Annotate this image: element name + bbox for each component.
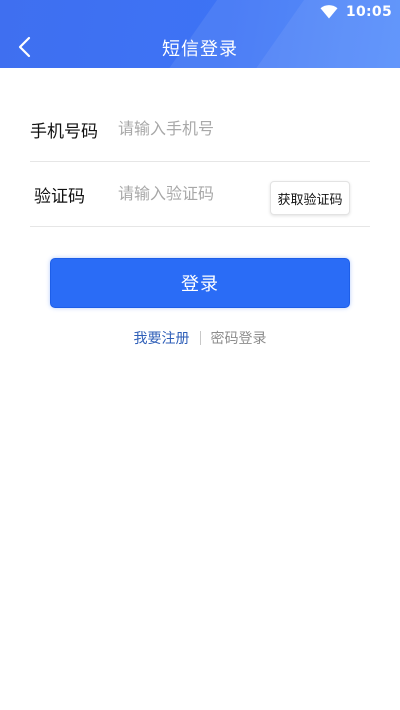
code-label: 验证码: [34, 186, 85, 207]
page-title: 短信登录: [162, 39, 238, 60]
get-code-button[interactable]: 获取验证码: [270, 181, 350, 215]
register-link[interactable]: 我要注册: [134, 328, 190, 348]
link-divider: [199, 331, 201, 345]
login-button[interactable]: 登录: [50, 258, 350, 308]
status-bar: 10:05: [320, 3, 392, 21]
app-header: 10:05 短信登录: [0, 0, 400, 68]
code-row: 验证码 获取验证码: [30, 162, 370, 227]
password-login-link[interactable]: 密码登录: [211, 328, 267, 348]
wifi-icon: [320, 5, 338, 19]
verification-code-input[interactable]: [118, 178, 268, 208]
status-time: 10:05: [345, 4, 392, 20]
phone-row: 手机号码: [30, 97, 370, 162]
auth-links: 我要注册 密码登录: [0, 328, 400, 348]
sms-login-form: 手机号码 验证码 获取验证码: [30, 97, 370, 227]
phone-input[interactable]: [118, 113, 268, 143]
phone-label: 手机号码: [30, 121, 98, 142]
